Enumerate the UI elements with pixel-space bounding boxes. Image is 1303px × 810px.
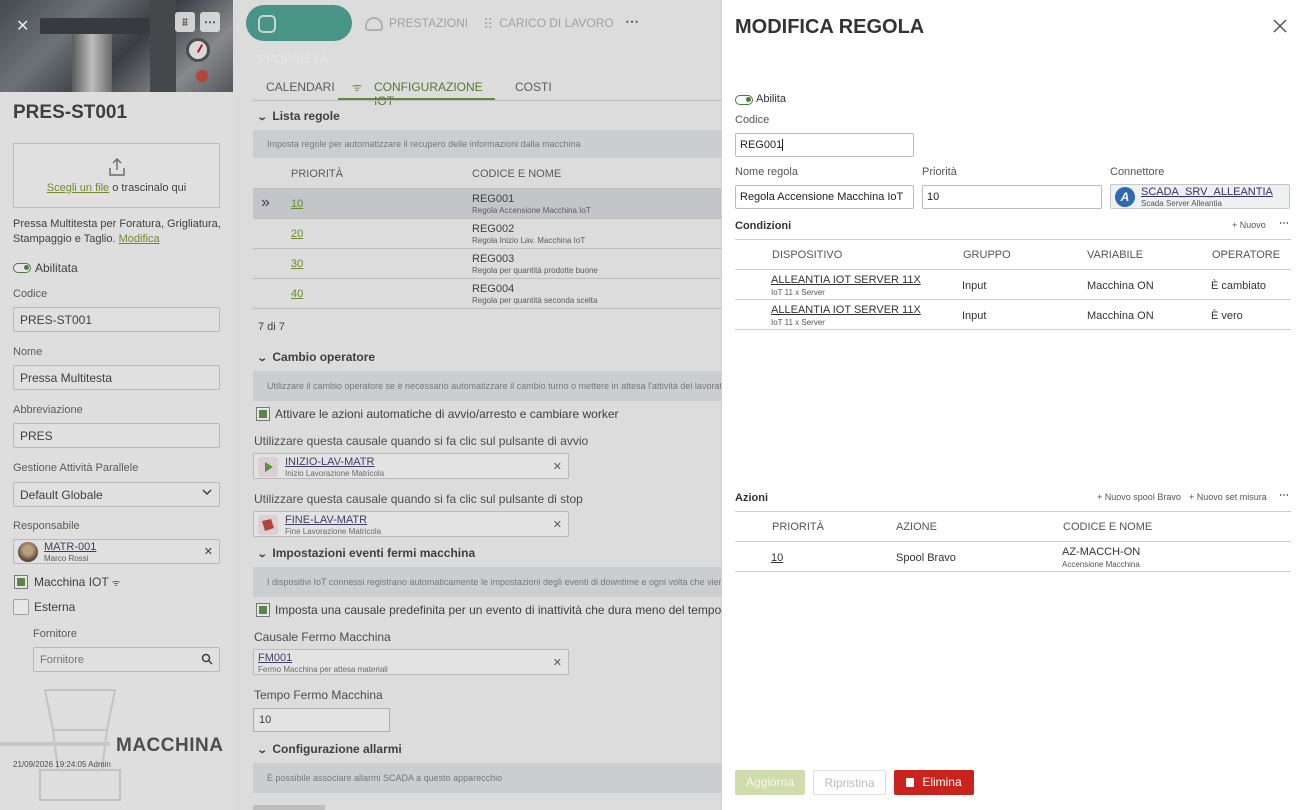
new-spool-label: Nuovo spool Bravo: [1104, 492, 1181, 502]
new-spool-button[interactable]: + Nuovo spool Bravo: [1097, 492, 1181, 502]
trash-icon: [906, 778, 915, 788]
edit-rule-panel: MODIFICA REGOLA Abilita Codice REG001 No…: [721, 0, 1303, 810]
conditions-title: Condizioni: [735, 220, 792, 232]
condition-group: Input: [962, 280, 987, 292]
more-icon[interactable]: ⋯: [1279, 490, 1289, 501]
panel-title: MODIFICA REGOLA: [735, 16, 925, 38]
condition-operator: È vero: [1211, 310, 1243, 322]
action-type: Spool Bravo: [896, 552, 956, 564]
condition-device-link[interactable]: ALLEANTIA IOT SERVER 11X: [771, 304, 921, 316]
connector-name: Scada Server Alleantia: [1141, 199, 1222, 208]
new-condition-button[interactable]: + Nuovo: [1232, 220, 1266, 230]
col-action-code: CODICE E NOME: [1063, 521, 1153, 533]
action-priority-link[interactable]: 10: [771, 552, 783, 564]
divider: [735, 571, 1291, 572]
condition-device-sub: IoT 11 x Server: [771, 318, 825, 327]
delete-button[interactable]: Elimina: [894, 770, 974, 795]
new-measure-button[interactable]: + Nuovo set misura: [1189, 492, 1267, 502]
col-operator: OPERATORE: [1212, 249, 1281, 261]
code-label: Codice: [735, 114, 770, 126]
col-group: GRUPPO: [963, 249, 1011, 261]
condition-device-link[interactable]: ALLEANTIA IOT SERVER 11X: [771, 274, 921, 286]
col-variable: VARIABILE: [1087, 249, 1144, 261]
close-icon[interactable]: [1272, 18, 1288, 37]
update-button[interactable]: Aggiorna: [735, 770, 805, 795]
alleantia-logo-icon: A: [1115, 187, 1135, 207]
divider: [735, 299, 1291, 300]
new-condition-label: Nuovo: [1239, 220, 1266, 230]
delete-label: Elimina: [922, 775, 962, 789]
connector-chip[interactable]: A SCADA_SRV_ALLEANTIA Scada Server Allea…: [1110, 184, 1290, 209]
divider: [735, 541, 1291, 542]
new-measure-label: Nuovo set misura: [1196, 492, 1267, 502]
condition-device-sub: IoT 11 x Server: [771, 288, 825, 297]
rule-name-input[interactable]: Regola Accensione Macchina IoT: [735, 185, 914, 209]
col-action: AZIONE: [896, 521, 937, 533]
priority-label: Priorità: [922, 166, 957, 178]
rule-name-label: Nome regola: [735, 166, 798, 178]
enable-label: Abilita: [756, 93, 786, 105]
connector-code[interactable]: SCADA_SRV_ALLEANTIA: [1141, 186, 1273, 198]
code-input-value: REG001: [740, 139, 783, 151]
priority-input[interactable]: 10: [922, 185, 1102, 209]
divider: [735, 239, 1291, 240]
plus-icon: +: [1189, 492, 1195, 502]
more-icon[interactable]: ⋯: [1279, 218, 1289, 229]
condition-group: Input: [962, 310, 987, 322]
action-code: AZ-MACCH-ON: [1062, 546, 1141, 558]
plus-icon: +: [1232, 220, 1238, 230]
col-action-priority: PRIORITÀ: [772, 521, 824, 533]
divider: [735, 329, 1291, 330]
action-name: Accensione Macchina: [1062, 560, 1140, 569]
modal-backdrop[interactable]: [0, 0, 723, 810]
plus-icon: +: [1097, 492, 1103, 502]
enable-toggle[interactable]: [735, 95, 753, 105]
code-input[interactable]: REG001: [735, 133, 914, 157]
col-device: DISPOSITIVO: [772, 249, 843, 261]
condition-variable: Macchina ON: [1087, 280, 1154, 292]
actions-title: Azioni: [735, 492, 768, 504]
restore-button[interactable]: Ripristina: [813, 770, 886, 795]
text-cursor: [782, 139, 784, 152]
divider: [735, 511, 1291, 512]
condition-operator: È cambiato: [1211, 280, 1267, 292]
connector-label: Connettore: [1110, 166, 1165, 178]
divider: [735, 269, 1291, 270]
condition-variable: Macchina ON: [1087, 310, 1154, 322]
